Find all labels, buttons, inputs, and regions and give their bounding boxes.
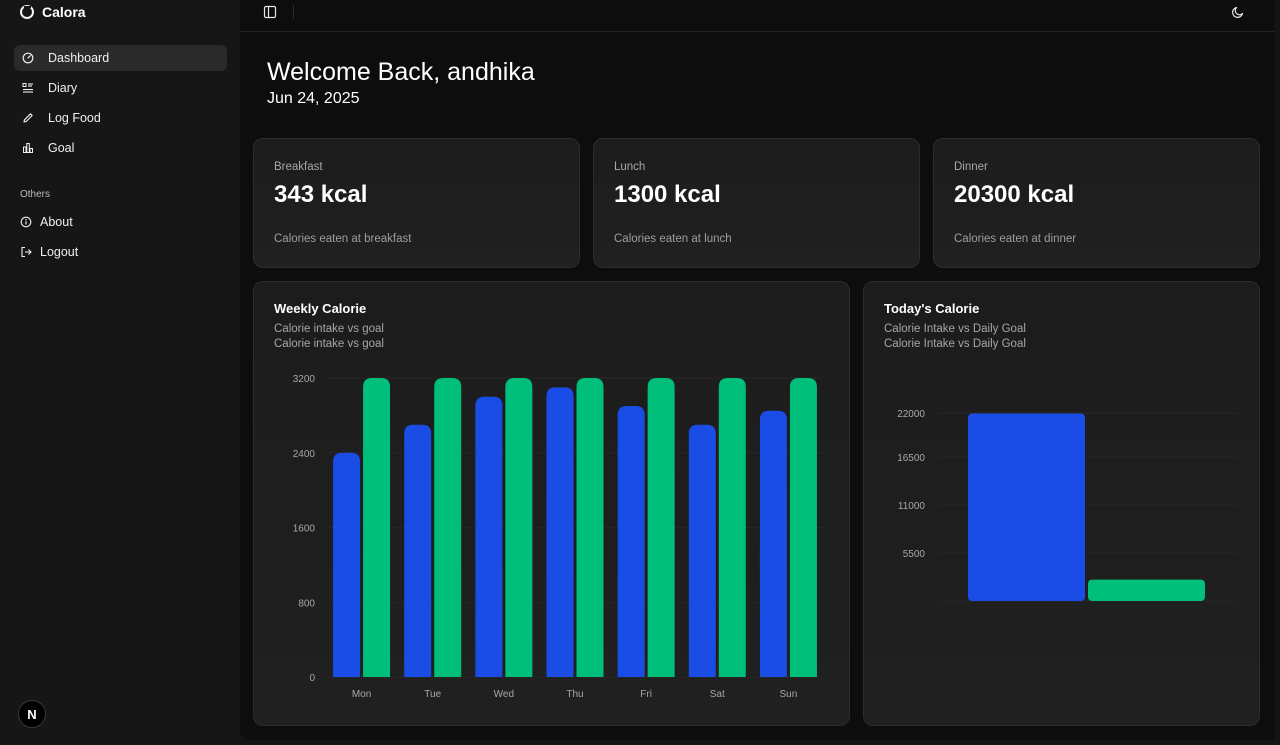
goal-bar bbox=[718, 378, 746, 677]
weekly-calorie-chart: 0 800 1600 2400 3200 Mon Tue Wed Thu Fri Sat Sun bbox=[293, 374, 824, 700]
intake-bar bbox=[968, 413, 1085, 601]
y-tick-label: 3200 bbox=[293, 374, 316, 385]
intake-bar bbox=[617, 406, 645, 677]
sidebar-nav-others: About Logout bbox=[14, 209, 227, 269]
main-content: Welcome Back, andhika Jun 24, 2025 Break… bbox=[240, 0, 1274, 740]
brand[interactable]: Calora bbox=[20, 4, 86, 20]
y-tick-label: 800 bbox=[298, 598, 315, 609]
goal-bar bbox=[789, 378, 817, 677]
goal-bar bbox=[576, 378, 604, 677]
info-icon bbox=[20, 216, 32, 228]
today-calorie-card: Today's Calorie Calorie Intake vs Daily … bbox=[863, 281, 1260, 726]
stat-description: Calories eaten at breakfast bbox=[274, 233, 412, 245]
intake-bar bbox=[475, 396, 503, 677]
topbar bbox=[240, 0, 1274, 32]
sidebar-item-goal[interactable]: Goal bbox=[14, 135, 227, 161]
stat-label: Lunch bbox=[614, 161, 646, 173]
goal-bar bbox=[1088, 579, 1205, 601]
topbar-divider bbox=[293, 5, 294, 19]
sidebar: Calora Dashboard Diary Log Food Goal Oth… bbox=[0, 0, 240, 745]
y-tick-label: 1600 bbox=[293, 524, 316, 535]
logout-icon bbox=[20, 246, 32, 258]
sidebar-item-dashboard[interactable]: Dashboard bbox=[14, 45, 227, 71]
others-section-label: Others bbox=[20, 189, 51, 200]
goal-bar bbox=[647, 378, 675, 677]
sidebar-item-label: Diary bbox=[48, 81, 78, 95]
stat-value: 20300 kcal bbox=[954, 181, 1075, 208]
gauge-icon bbox=[22, 52, 34, 64]
y-tick-label: 16500 bbox=[897, 453, 925, 464]
stat-value: 343 kcal bbox=[274, 181, 368, 208]
sidebar-item-label: Logout bbox=[40, 245, 79, 259]
weekly-calorie-card: Weekly Calorie Calorie intake vs goal Ca… bbox=[253, 281, 850, 726]
x-tick-label: Sat bbox=[710, 689, 725, 700]
intake-bar bbox=[333, 452, 361, 677]
calora-logo-icon bbox=[20, 5, 34, 19]
y-tick-label: 5500 bbox=[903, 549, 926, 560]
stat-description: Calories eaten at lunch bbox=[614, 233, 732, 245]
stat-label: Dinner bbox=[954, 161, 988, 173]
sidebar-item-about[interactable]: About bbox=[14, 209, 227, 235]
intake-bar bbox=[404, 424, 432, 677]
sidebar-item-label: Dashboard bbox=[48, 51, 110, 65]
x-tick-label: Tue bbox=[424, 689, 441, 700]
y-tick-label: 0 bbox=[309, 673, 315, 684]
stat-description: Calories eaten at dinner bbox=[954, 233, 1077, 245]
y-tick-label: 11000 bbox=[898, 501, 926, 512]
sidebar-item-label: Log Food bbox=[48, 111, 101, 125]
stat-label: Breakfast bbox=[274, 161, 323, 173]
intake-bar bbox=[759, 410, 787, 677]
x-tick-label: Wed bbox=[494, 689, 514, 700]
page-title: Welcome Back, andhika bbox=[267, 58, 535, 86]
breakfast-card: Breakfast 343 kcal Calories eaten at bre… bbox=[253, 138, 580, 268]
dinner-card: Dinner 20300 kcal Calories eaten at dinn… bbox=[933, 138, 1260, 268]
intake-bar bbox=[546, 387, 574, 677]
sidebar-item-label: About bbox=[40, 215, 73, 229]
stat-value: 1300 kcal bbox=[614, 181, 721, 208]
list-icon bbox=[22, 82, 34, 94]
intake-bar bbox=[688, 424, 716, 677]
sidebar-item-log-food[interactable]: Log Food bbox=[14, 105, 227, 131]
sidebar-toggle-icon[interactable] bbox=[262, 4, 278, 20]
y-tick-label: 22000 bbox=[897, 409, 925, 420]
pencil-icon bbox=[22, 112, 34, 124]
goal-bar bbox=[363, 378, 391, 677]
avatar[interactable]: N bbox=[18, 700, 46, 728]
current-date: Jun 24, 2025 bbox=[267, 90, 360, 107]
goal-bar bbox=[434, 378, 462, 677]
app-name: Calora bbox=[42, 4, 86, 20]
x-tick-label: Thu bbox=[566, 689, 583, 700]
sidebar-item-label: Goal bbox=[48, 141, 75, 155]
y-tick-label: 2400 bbox=[293, 449, 316, 460]
lunch-card: Lunch 1300 kcal Calories eaten at lunch bbox=[593, 138, 920, 268]
bar-chart-icon bbox=[22, 142, 34, 154]
sidebar-nav: Dashboard Diary Log Food Goal bbox=[14, 45, 227, 165]
x-tick-label: Sun bbox=[780, 689, 798, 700]
today-calorie-chart: 5500 11000 16500 22000 bbox=[897, 409, 1237, 602]
x-tick-label: Fri bbox=[640, 689, 652, 700]
x-tick-label: Mon bbox=[352, 689, 371, 700]
moon-icon[interactable] bbox=[1230, 4, 1246, 20]
goal-bar bbox=[505, 378, 533, 677]
sidebar-item-diary[interactable]: Diary bbox=[14, 75, 227, 101]
sidebar-item-logout[interactable]: Logout bbox=[14, 239, 227, 265]
